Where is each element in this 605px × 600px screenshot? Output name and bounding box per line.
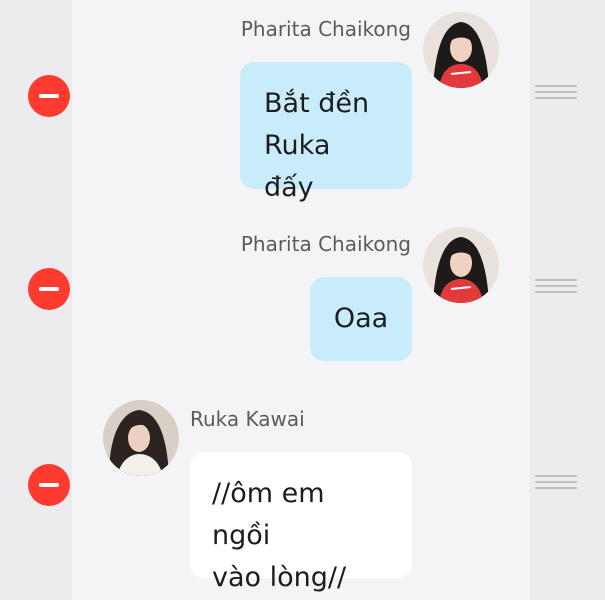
delete-message-button[interactable] (28, 75, 70, 117)
person-red-shirt-icon (423, 227, 499, 303)
person-long-hair-icon (103, 400, 179, 476)
message-line: Bắt đền (264, 88, 370, 119)
message-bubble[interactable]: Bắt đền Ruka đấy (240, 62, 412, 203)
minus-icon (39, 94, 59, 98)
message-line: vào lòng// (212, 562, 347, 593)
avatar (423, 227, 499, 303)
avatar (423, 12, 499, 88)
drag-handle-icon[interactable] (535, 85, 577, 101)
minus-icon (39, 287, 59, 291)
delete-message-button[interactable] (28, 268, 70, 310)
sender-name: Ruka Kawai (190, 407, 305, 431)
drag-handle-icon[interactable] (535, 475, 577, 491)
message-bubble[interactable]: Oaa (310, 277, 412, 361)
message-line: //ôm em ngồi (212, 478, 325, 551)
drag-handle-icon[interactable] (535, 279, 577, 295)
message-row: Pharita Chaikong Oaa (0, 195, 605, 375)
message-row: Pharita Chaikong Bắt đền Ruka đấy (0, 0, 605, 203)
sender-name: Pharita Chaikong (240, 17, 411, 41)
avatar (103, 400, 179, 476)
message-row: Ruka Kawai //ôm em ngồi vào lòng// (0, 390, 605, 600)
sender-name: Pharita Chaikong (240, 232, 411, 256)
message-line: Oaa (333, 303, 389, 334)
minus-icon (39, 483, 59, 487)
delete-message-button[interactable] (28, 464, 70, 506)
message-bubble[interactable]: //ôm em ngồi vào lòng// (190, 452, 412, 593)
person-red-shirt-icon (423, 12, 499, 88)
